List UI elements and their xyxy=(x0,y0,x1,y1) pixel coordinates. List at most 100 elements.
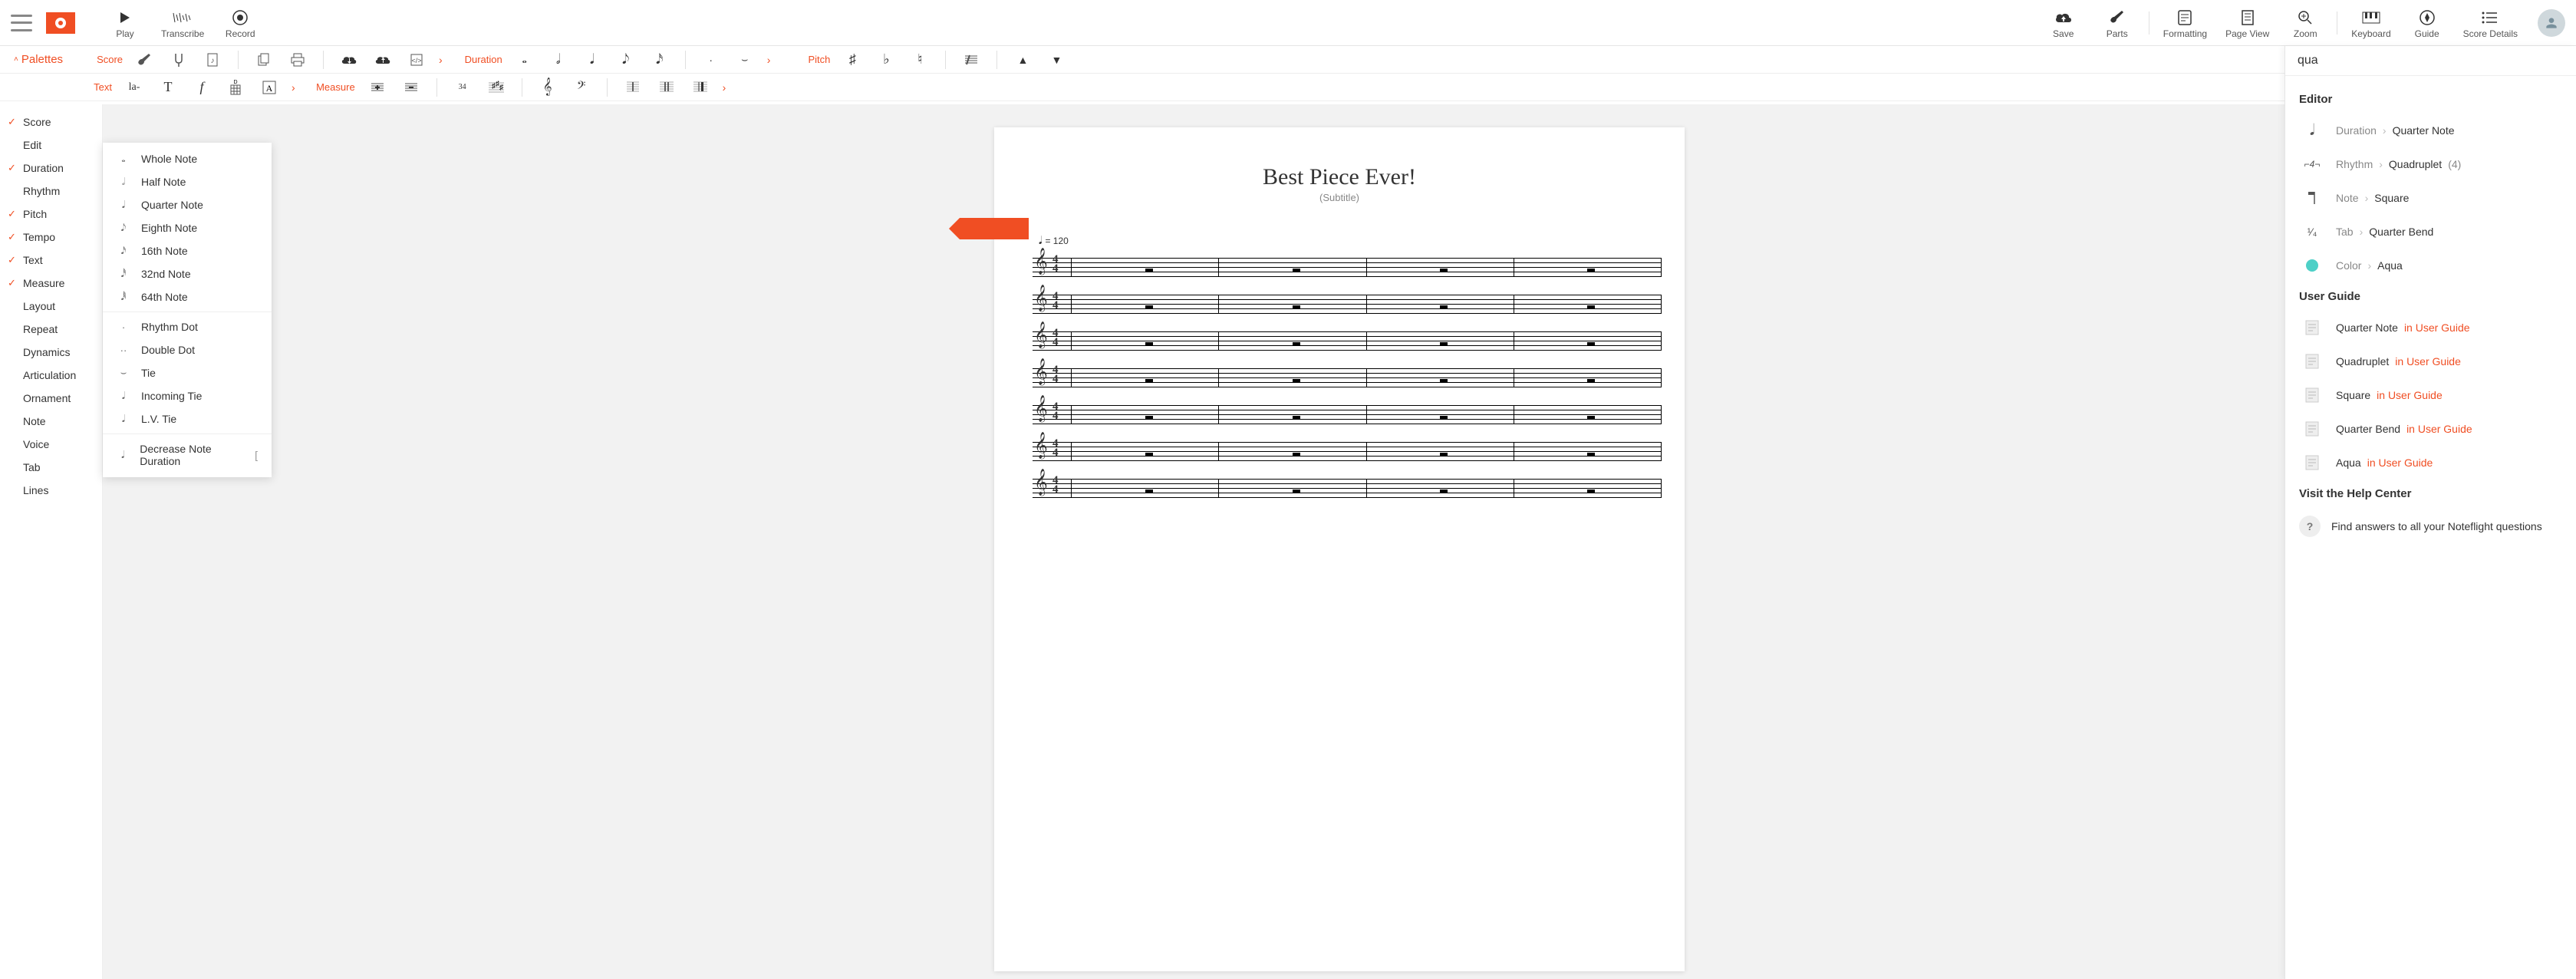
palette-category-pitch[interactable]: Pitch xyxy=(0,203,102,226)
guide-result-quarter-note[interactable]: Quarter Note in User Guide xyxy=(2299,311,2562,344)
palette-category-tempo[interactable]: Tempo xyxy=(0,226,102,249)
submenu-32nd-note[interactable]: 𝅘𝅥𝅰32nd Note xyxy=(103,262,272,285)
guide-result-square[interactable]: Square in User Guide xyxy=(2299,378,2562,412)
score-viewport[interactable]: Best Piece Ever! (Subtitle) 𝅘𝅥 = 120 𝄞44… xyxy=(103,104,2576,979)
keysig-icon[interactable]: ♯♯♯ xyxy=(488,79,505,96)
timesig-34-icon[interactable]: 34 xyxy=(454,79,471,96)
guide-result-quadruplet[interactable]: Quadruplet in User Guide xyxy=(2299,344,2562,378)
chevron-right-icon[interactable]: › xyxy=(292,81,295,94)
parts-button[interactable]: Parts xyxy=(2100,7,2135,39)
zoom-button[interactable]: Zoom xyxy=(2288,7,2323,39)
staff[interactable]: 𝄞44 xyxy=(1017,362,1662,396)
submenu-eighth-note[interactable]: 𝅘𝅥𝅮Eighth Note xyxy=(103,216,272,239)
scoredetails-button[interactable]: Score Details xyxy=(2463,7,2518,39)
palette-category-score[interactable]: Score xyxy=(0,110,102,134)
staff[interactable]: 𝄞44 xyxy=(1017,252,1662,285)
part-marker[interactable] xyxy=(960,218,1029,239)
page-settings-icon[interactable]: ♪ xyxy=(204,51,221,68)
treble-clef-icon[interactable]: 𝄞 xyxy=(539,79,556,96)
print-icon[interactable] xyxy=(289,51,306,68)
search-result-square[interactable]: Note›Square xyxy=(2299,181,2562,215)
search-result-quadruplet[interactable]: ⌐4¬Rhythm›Quadruplet (4) xyxy=(2299,147,2562,181)
palette-category-text[interactable]: Text xyxy=(0,249,102,272)
submenu-decrease-note-duration[interactable]: 𝅘𝅥Decrease Note Duration[ xyxy=(103,437,272,473)
time-signature[interactable]: 44 xyxy=(1052,402,1059,420)
staff[interactable]: 𝄞44 xyxy=(1017,288,1662,322)
palette-category-layout[interactable]: Layout xyxy=(0,295,102,318)
palette-category-rhythm[interactable]: Rhythm xyxy=(0,180,102,203)
text-box-icon[interactable]: A xyxy=(261,79,278,96)
guide-button[interactable]: Guide xyxy=(2410,7,2445,39)
embed-icon[interactable]: </> xyxy=(408,51,425,68)
time-signature[interactable]: 44 xyxy=(1052,439,1059,457)
search-result-aqua[interactable]: Color›Aqua xyxy=(2299,249,2562,282)
search-result-quarter-bend[interactable]: ¹⁄₄Tab›Quarter Bend xyxy=(2299,215,2562,249)
sixteenth-note-icon[interactable]: 𝅘𝅥𝅯 xyxy=(651,51,668,68)
score-title[interactable]: Best Piece Ever! xyxy=(1017,164,1662,190)
submenu-l.v.-tie[interactable]: 𝅘𝅥L.V. Tie xyxy=(103,407,272,430)
pitch-up-icon[interactable]: ▲ xyxy=(1014,51,1031,68)
palettes-toggle[interactable]: ˄ Palettes xyxy=(14,53,63,66)
score-subtitle[interactable]: (Subtitle) xyxy=(1017,192,1662,203)
dynamic-f-icon[interactable]: f xyxy=(193,79,210,96)
submenu-incoming-tie[interactable]: 𝅘𝅥Incoming Tie xyxy=(103,384,272,407)
natural-icon[interactable]: ♮ xyxy=(911,51,928,68)
app-logo[interactable] xyxy=(46,12,75,34)
time-signature[interactable]: 44 xyxy=(1052,476,1059,494)
palette-category-note[interactable]: Note xyxy=(0,410,102,433)
time-signature[interactable]: 44 xyxy=(1052,365,1059,384)
palette-category-ornament[interactable]: Ornament xyxy=(0,387,102,410)
play-button[interactable]: Play xyxy=(107,7,143,39)
text-T-icon[interactable]: T xyxy=(160,79,176,96)
flat-icon[interactable]: ♭ xyxy=(878,51,894,68)
palette-category-tab[interactable]: Tab xyxy=(0,456,102,479)
eighth-note-icon[interactable]: 𝅘𝅥𝅮 xyxy=(618,51,634,68)
save-button[interactable]: Save xyxy=(2046,7,2081,39)
chord-grid-icon[interactable]: D xyxy=(227,79,244,96)
tuning-fork-icon[interactable] xyxy=(170,51,187,68)
staff[interactable]: 𝄞44 xyxy=(1017,399,1662,433)
submenu-whole-note[interactable]: 𝅝Whole Note xyxy=(103,147,272,170)
palette-category-measure[interactable]: Measure xyxy=(0,272,102,295)
keyboard-button[interactable]: Keyboard xyxy=(2351,7,2390,39)
submenu-16th-note[interactable]: 𝅘𝅥𝅯16th Note xyxy=(103,239,272,262)
cloud-up-icon[interactable] xyxy=(374,51,391,68)
chevron-right-icon[interactable]: › xyxy=(723,81,726,94)
submenu-quarter-note[interactable]: 𝅘𝅥Quarter Note xyxy=(103,193,272,216)
time-signature[interactable]: 44 xyxy=(1052,328,1059,347)
double-barline-icon[interactable] xyxy=(658,79,675,96)
chevron-right-icon[interactable]: › xyxy=(439,54,443,66)
dot-icon[interactable]: · xyxy=(703,51,720,68)
submenu-64th-note[interactable]: 𝅘𝅥𝅱64th Note xyxy=(103,285,272,308)
bass-clef-icon[interactable]: 𝄢 xyxy=(573,79,590,96)
half-note-icon[interactable]: 𝅗𝅥 xyxy=(550,51,567,68)
barline-icon[interactable] xyxy=(624,79,641,96)
pageview-button[interactable]: Page View xyxy=(2225,7,2269,39)
quarter-note-icon[interactable]: 𝅘𝅥 xyxy=(584,51,601,68)
instrument-icon[interactable] xyxy=(137,51,153,68)
pitch-down-icon[interactable]: ▼ xyxy=(1048,51,1065,68)
user-avatar[interactable] xyxy=(2538,9,2565,37)
palette-category-edit[interactable]: Edit xyxy=(0,134,102,157)
staff[interactable]: 𝄞44 xyxy=(1017,436,1662,470)
cloud-down-icon[interactable] xyxy=(341,51,357,68)
formatting-button[interactable]: Formatting xyxy=(2163,7,2207,39)
submenu-rhythm-dot[interactable]: ·Rhythm Dot xyxy=(103,315,272,338)
tempo-marking[interactable]: 𝅘𝅥 = 120 xyxy=(1039,234,1662,247)
record-button[interactable]: Record xyxy=(222,7,258,39)
whole-note-icon[interactable]: 𝅝 xyxy=(516,51,533,68)
time-signature[interactable]: 44 xyxy=(1052,255,1059,273)
staff[interactable]: 𝄞44 xyxy=(1017,473,1662,506)
help-center-link[interactable]: ? Find answers to all your Noteflight qu… xyxy=(2299,508,2562,545)
transcribe-button[interactable]: Transcribe xyxy=(161,7,204,39)
submenu-tie[interactable]: ⌣Tie xyxy=(103,361,272,384)
final-barline-icon[interactable] xyxy=(692,79,709,96)
palette-category-dynamics[interactable]: Dynamics xyxy=(0,341,102,364)
sharp-icon[interactable]: ♯ xyxy=(844,51,861,68)
remove-measure-icon[interactable] xyxy=(403,79,420,96)
palette-category-duration[interactable]: Duration xyxy=(0,157,102,180)
submenu-double-dot[interactable]: ··Double Dot xyxy=(103,338,272,361)
search-input[interactable] xyxy=(2298,54,2564,68)
lyrics-icon[interactable]: la- xyxy=(126,79,143,96)
copy-icon[interactable] xyxy=(255,51,272,68)
